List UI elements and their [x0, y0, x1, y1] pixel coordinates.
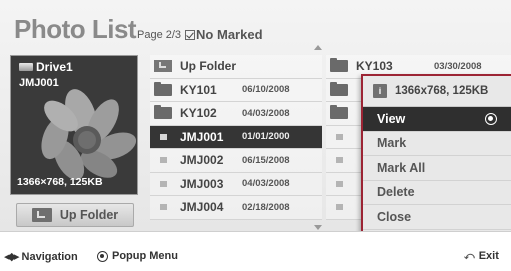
- menu-item-label: Delete: [377, 185, 415, 200]
- popup-menu-hint: Popup Menu: [97, 250, 178, 262]
- scroll-down-icon[interactable]: [314, 225, 322, 230]
- file-name: JMJ003: [180, 176, 224, 191]
- mark-status: No Marked: [185, 27, 263, 42]
- file-name: KY103: [356, 59, 393, 74]
- file-name: KY101: [180, 82, 217, 97]
- drive-label: Drive1: [19, 60, 73, 74]
- file-name: KY102: [180, 106, 217, 121]
- file-row-ky102[interactable]: KY102 04/03/2008: [150, 102, 322, 126]
- file-date: 04/03/2008: [242, 178, 290, 190]
- folder-icon: [330, 81, 348, 96]
- preview-resolution: 1366×768, 125KB: [17, 176, 103, 188]
- info-icon: i: [373, 84, 387, 98]
- file-date: 02/18/2008: [242, 201, 290, 213]
- page-number: Page 2/3: [137, 28, 182, 41]
- photo-list-screen: Photo List Page 2/3 No Marked Drive1 JMJ…: [0, 0, 511, 232]
- file-name: JMJ004: [180, 200, 224, 215]
- menu-item-mark[interactable]: Mark: [363, 132, 511, 156]
- file-date: 06/10/2008: [242, 84, 290, 96]
- file-row-jmj002[interactable]: JMJ002 06/15/2008: [150, 149, 322, 173]
- file-name: JMJ001: [180, 129, 224, 144]
- menu-item-label: View: [377, 111, 406, 126]
- up-folder-label: Up Folder: [59, 208, 119, 222]
- popup-info: i 1366x768, 125KB: [363, 76, 511, 107]
- file-row-jmj004[interactable]: JMJ004 02/18/2008: [150, 196, 322, 220]
- file-row-ky101[interactable]: KY101 06/10/2008: [150, 78, 322, 102]
- drive-icon: [19, 63, 33, 71]
- photo-file-icon: [159, 204, 167, 211]
- photo-file-icon: [335, 204, 343, 211]
- exit-icon: ⤺: [464, 250, 475, 262]
- photo-file-icon: [159, 133, 167, 140]
- photo-file-icon: [159, 180, 167, 187]
- menu-item-label: Mark: [377, 136, 407, 151]
- file-list-column-1: Up Folder KY101 06/10/2008 KY102 04/03/2…: [150, 55, 322, 220]
- navigation-label: Navigation: [21, 250, 78, 263]
- scroll-up-icon[interactable]: [314, 45, 322, 50]
- preview-filename: JMJ001: [19, 77, 59, 89]
- navigation-arrows-icon: ◂◆▸: [4, 251, 19, 263]
- folder-icon: [154, 105, 172, 120]
- help-bar: ◂◆▸ Navigation Popup Menu ⤺ Exit: [0, 248, 511, 268]
- up-folder-button[interactable]: Up Folder: [16, 203, 134, 227]
- preview-panel: Drive1 JMJ001 1366×768, 125KB: [10, 55, 138, 195]
- exit-label: Exit: [478, 250, 499, 262]
- folder-icon: [154, 81, 172, 96]
- menu-item-close[interactable]: Close: [363, 205, 511, 230]
- file-date: 04/03/2008: [242, 107, 290, 119]
- menu-item-label: Close: [377, 209, 412, 224]
- folder-icon: [330, 105, 348, 120]
- file-date: 03/30/2008: [434, 60, 482, 72]
- menu-item-mark-all[interactable]: Mark All: [363, 156, 511, 181]
- page-info: Page 2/3 No Marked: [137, 27, 263, 42]
- file-row-jmj001[interactable]: JMJ001 01/01/2000: [150, 125, 322, 149]
- mark-status-label: No Marked: [196, 27, 263, 42]
- ok-button-icon: [485, 113, 497, 125]
- file-date: 06/15/2008: [242, 154, 290, 166]
- photo-file-icon: [335, 180, 343, 187]
- photo-file-icon: [159, 157, 167, 164]
- popup-menu: i 1366x768, 125KB View Mark Mark All Del…: [361, 74, 511, 231]
- menu-item-label: Mark All: [377, 160, 426, 175]
- drive-name: Drive1: [36, 60, 73, 74]
- checkbox-icon: [185, 29, 196, 40]
- file-row-jmj003[interactable]: JMJ003 04/03/2008: [150, 172, 322, 196]
- photo-file-icon: [335, 133, 343, 140]
- popup-info-text: 1366x768, 125KB: [395, 85, 489, 97]
- file-date: 01/01/2000: [242, 131, 290, 143]
- file-name: JMJ002: [180, 153, 224, 168]
- photo-file-icon: [335, 157, 343, 164]
- up-folder-icon: [31, 208, 52, 222]
- ok-button-icon: [97, 250, 108, 262]
- menu-item-delete[interactable]: Delete: [363, 181, 511, 205]
- popup-menu-label: Popup Menu: [112, 250, 178, 262]
- navigation-hint: ◂◆▸ Navigation: [4, 250, 78, 264]
- file-row-up-folder[interactable]: Up Folder: [150, 55, 322, 79]
- page-title: Photo List: [14, 14, 137, 44]
- exit-hint[interactable]: ⤺ Exit: [464, 250, 499, 262]
- folder-icon: [330, 58, 348, 73]
- up-folder-icon: [154, 60, 172, 73]
- file-name: Up Folder: [180, 59, 236, 74]
- menu-item-view[interactable]: View: [363, 107, 511, 132]
